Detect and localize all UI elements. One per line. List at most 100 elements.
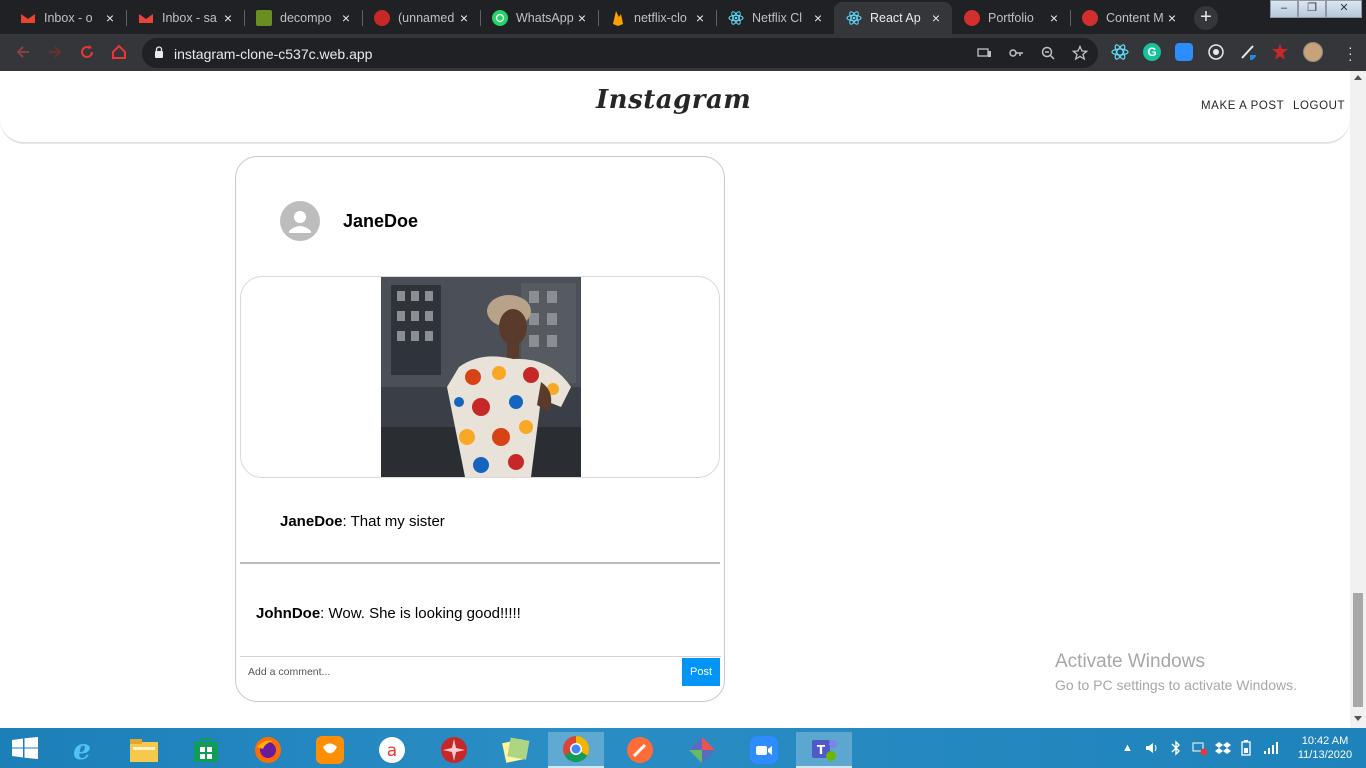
svg-text:e: e [73, 735, 91, 765]
windows-taskbar: e a T ▲ 10:42 AM 11/13/2020 [0, 728, 1366, 768]
browser-tab[interactable]: Content M × [1070, 2, 1188, 34]
close-tab-icon[interactable]: × [1046, 10, 1062, 26]
activate-windows-watermark: Activate Windows Go to PC settings to ac… [1055, 651, 1297, 693]
signal-icon[interactable] [1263, 741, 1281, 755]
profile-avatar[interactable] [1303, 42, 1323, 62]
whatsapp-icon [492, 10, 508, 26]
browser-tab[interactable]: decompo × [244, 2, 362, 34]
close-window-button[interactable]: ✕ [1326, 0, 1362, 18]
minimize-window-button[interactable]: – [1270, 0, 1298, 18]
close-tab-icon[interactable]: × [692, 10, 708, 26]
postman-icon[interactable] [612, 732, 668, 768]
browser-tab-active[interactable]: React Ap × [834, 2, 952, 34]
close-tab-icon[interactable]: × [928, 10, 944, 26]
image-icon [256, 10, 272, 26]
home-icon[interactable] [110, 43, 128, 61]
browser-toolbar: instagram-clone-c537c.web.app G · · · [0, 34, 1366, 71]
puzzle-extension-icon[interactable] [1271, 43, 1289, 61]
caption-text: : That my sister [342, 513, 445, 530]
bluetooth-icon[interactable] [1170, 740, 1182, 756]
circle-icon [964, 10, 980, 26]
close-tab-icon[interactable]: × [220, 10, 236, 26]
browser-tab[interactable]: Inbox - sa × [126, 2, 244, 34]
browser-tab[interactable]: netflix-clo × [598, 2, 716, 34]
new-tab-button[interactable]: + [1194, 6, 1218, 30]
lock-icon[interactable] [154, 46, 164, 58]
windows-start-icon[interactable] [12, 737, 38, 759]
comment-text: : Wow. She is looking good!!!!! [320, 605, 521, 622]
comment-input[interactable] [240, 657, 680, 686]
anydo-icon[interactable]: a [364, 732, 420, 768]
target-icon[interactable] [1207, 43, 1225, 61]
comment-form: Post [240, 656, 721, 686]
back-icon[interactable] [14, 43, 32, 61]
pen-extension-icon[interactable] [1239, 43, 1257, 61]
app-red-star-icon[interactable] [426, 732, 482, 768]
sticky-notes-icon[interactable] [488, 732, 544, 768]
close-tab-icon[interactable]: × [102, 10, 118, 26]
browser-tab[interactable]: Portfolio × [952, 2, 1070, 34]
tab-title: Netflix Cl [752, 11, 803, 25]
close-tab-icon[interactable]: × [338, 10, 354, 26]
show-hidden-icons-icon[interactable]: ▲ [1122, 742, 1133, 754]
chrome-icon[interactable] [548, 732, 604, 768]
svg-text:a: a [387, 741, 397, 761]
comment-username[interactable]: JohnDoe [256, 605, 320, 622]
post-photo [381, 277, 581, 477]
network-error-icon[interactable] [1192, 740, 1208, 756]
post-card: JaneDoe JaneDoe: That my sister JohnDoe:… [235, 156, 725, 702]
battery-icon[interactable] [1238, 740, 1254, 756]
scroll-up-arrow-icon[interactable] [1354, 75, 1362, 80]
close-tab-icon[interactable]: × [456, 10, 472, 26]
bookmark-star-icon[interactable] [1072, 45, 1088, 61]
address-bar[interactable]: instagram-clone-c537c.web.app [142, 38, 1098, 68]
post-username[interactable]: JaneDoe [343, 211, 418, 232]
browser-tab[interactable]: Inbox - o × [8, 2, 126, 34]
reload-icon[interactable] [78, 43, 96, 61]
zoom-icon[interactable] [1040, 45, 1056, 61]
react-icon [846, 10, 862, 26]
taskbar-clock[interactable]: 10:42 AM 11/13/2020 [1290, 734, 1360, 762]
volume-icon[interactable] [1145, 741, 1159, 755]
teams-icon[interactable]: T [796, 732, 852, 768]
uc-browser-icon[interactable] [302, 732, 358, 768]
logout-button[interactable]: LOGOUT [1293, 100, 1345, 112]
post-comment-button[interactable]: Post [682, 658, 720, 686]
browser-menu-icon[interactable]: · · · [1348, 40, 1353, 66]
browser-tab[interactable]: WhatsApp × [480, 2, 598, 34]
browser-tab[interactable]: Netflix Cl × [716, 2, 834, 34]
store-icon[interactable] [178, 732, 234, 768]
firefox-icon[interactable] [240, 732, 296, 768]
internet-explorer-icon[interactable]: e [54, 732, 110, 768]
scroll-down-arrow-icon[interactable] [1354, 716, 1362, 721]
forward-icon[interactable] [46, 43, 64, 61]
zoom-app-icon[interactable] [736, 732, 792, 768]
app-diamond-icon[interactable] [674, 732, 730, 768]
file-explorer-icon[interactable] [116, 732, 172, 768]
record-icon [374, 10, 390, 26]
scrollbar-thumb[interactable] [1353, 593, 1363, 707]
post-image-frame [240, 276, 720, 478]
cast-icon[interactable] [976, 45, 992, 61]
instagram-logo[interactable]: Instagram [596, 85, 751, 115]
restore-window-button[interactable]: ❐ [1298, 0, 1326, 18]
key-icon[interactable] [1008, 45, 1024, 61]
close-tab-icon[interactable]: × [1164, 10, 1180, 26]
clock-date: 11/13/2020 [1297, 749, 1353, 761]
url-text: instagram-clone-c537c.web.app [174, 46, 373, 62]
caption-username[interactable]: JaneDoe [280, 513, 343, 530]
watermark-title: Activate Windows [1055, 651, 1205, 672]
gmail-icon [138, 10, 154, 26]
tab-title: Portfolio [988, 11, 1034, 25]
close-tab-icon[interactable]: × [810, 10, 826, 26]
grammarly-icon[interactable]: G [1143, 43, 1161, 61]
dropbox-icon[interactable] [1215, 740, 1231, 756]
make-post-button[interactable]: MAKE A POST [1201, 100, 1284, 112]
close-tab-icon[interactable]: × [574, 10, 590, 26]
tab-title: WhatsApp [516, 11, 574, 25]
page-scrollbar[interactable] [1350, 71, 1366, 728]
zoom-extension-icon[interactable] [1175, 43, 1193, 61]
browser-tab[interactable]: (unnamed × [362, 2, 480, 34]
react-devtools-icon[interactable] [1111, 43, 1129, 61]
comment: JohnDoe: Wow. She is looking good!!!!! [256, 605, 521, 622]
